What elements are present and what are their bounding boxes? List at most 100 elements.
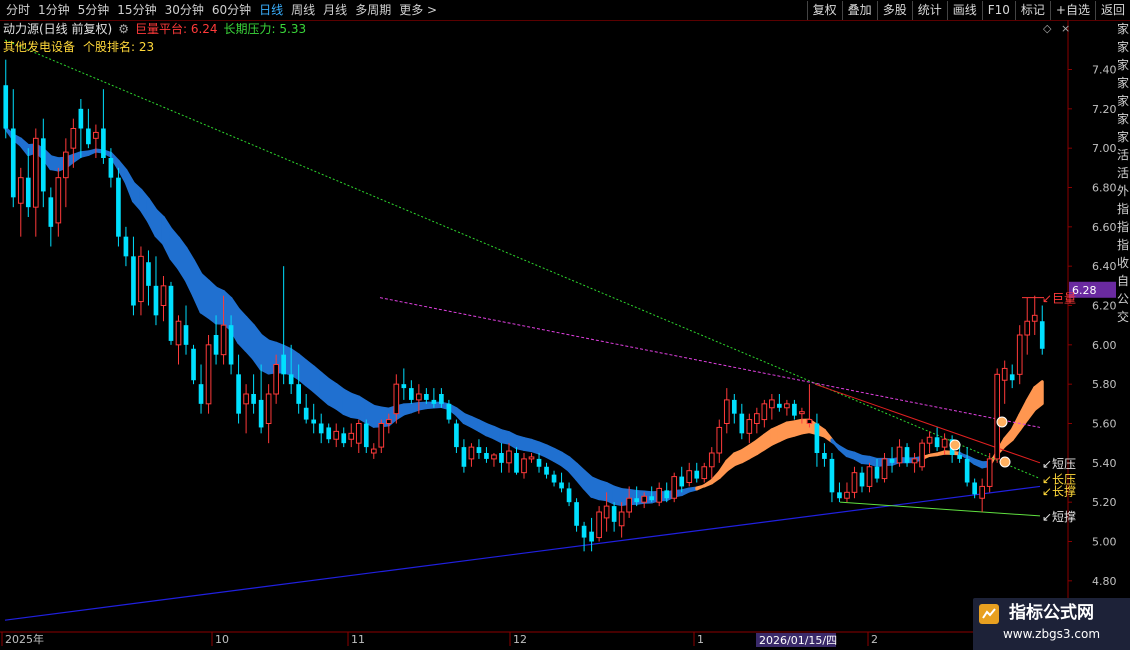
period-tab-10[interactable]: 更多 > xyxy=(395,0,441,20)
candle-body[interactable] xyxy=(243,393,249,405)
candle-body[interactable] xyxy=(822,453,827,459)
candle-body[interactable] xyxy=(792,403,797,416)
candle-body[interactable] xyxy=(146,262,151,286)
candle-body[interactable] xyxy=(138,255,144,303)
candle-body[interactable] xyxy=(288,374,294,385)
candle-body[interactable] xyxy=(48,197,54,227)
candle-body[interactable] xyxy=(1009,374,1015,381)
side-list-char[interactable]: 活 xyxy=(1116,146,1130,164)
candle-body[interactable] xyxy=(934,437,940,448)
candle-body[interactable] xyxy=(784,403,790,409)
candle-body[interactable] xyxy=(881,458,888,480)
toolbar-button-4[interactable]: 画线 xyxy=(946,1,982,20)
candle-body[interactable] xyxy=(236,374,241,414)
stock-title[interactable]: 动力源(日线 前复权) xyxy=(3,21,112,37)
candlestick-chart[interactable]: 7.40 7.20 7.00 6.80 6.60 6.40 6.20 6.00 5.80 5.60… xyxy=(0,20,1116,650)
side-list-char[interactable]: 家 xyxy=(1116,128,1130,146)
candle-body[interactable] xyxy=(874,466,880,479)
candle-body[interactable] xyxy=(806,419,813,425)
candle-body[interactable] xyxy=(363,423,369,448)
candle-body[interactable] xyxy=(731,399,737,414)
candle-body[interactable] xyxy=(528,456,535,460)
candle-body[interactable] xyxy=(32,137,39,208)
candle-body[interactable] xyxy=(626,497,632,513)
candle-body[interactable] xyxy=(10,128,16,198)
period-tab-9[interactable]: 多周期 xyxy=(351,0,395,20)
toolbar-button-6[interactable]: 标记 xyxy=(1014,1,1050,20)
candle-body[interactable] xyxy=(183,325,189,345)
candle-body[interactable] xyxy=(318,423,324,434)
candle-body[interactable] xyxy=(866,466,873,487)
side-list-char[interactable]: 家 xyxy=(1116,74,1130,92)
side-list-char[interactable]: 活 xyxy=(1116,164,1130,182)
candle-body[interactable] xyxy=(205,344,212,405)
candle-body[interactable] xyxy=(536,458,542,467)
side-list-char[interactable]: 外 xyxy=(1116,182,1130,200)
candle-body[interactable] xyxy=(739,413,745,434)
candle-body[interactable] xyxy=(86,128,91,145)
candle-body[interactable] xyxy=(859,472,865,487)
candle-body[interactable] xyxy=(618,511,625,527)
candle-body[interactable] xyxy=(844,491,850,499)
toolbar-button-3[interactable]: 统计 xyxy=(911,1,947,20)
candle-body[interactable] xyxy=(476,447,482,453)
candle-body[interactable] xyxy=(461,447,467,467)
candle-body[interactable] xyxy=(439,394,444,404)
side-list-char[interactable]: 交 xyxy=(1116,308,1130,326)
candle-body[interactable] xyxy=(168,285,174,341)
candle-body[interactable] xyxy=(326,427,332,440)
candle-body[interactable] xyxy=(566,488,572,503)
candle-body[interactable] xyxy=(273,364,279,395)
candle-body[interactable] xyxy=(664,490,670,499)
candle-body[interactable] xyxy=(198,384,204,404)
candle-body[interactable] xyxy=(941,438,948,448)
candle-body[interactable] xyxy=(723,399,730,424)
candle-body[interactable] xyxy=(131,256,136,306)
candle-body[interactable] xyxy=(754,413,760,424)
side-list-char[interactable]: 家 xyxy=(1116,110,1130,128)
candle-body[interactable] xyxy=(116,177,121,237)
toolbar-button-7[interactable]: +自选 xyxy=(1049,1,1095,20)
candle-body[interactable] xyxy=(559,482,564,489)
side-list-char[interactable]: 家 xyxy=(1116,20,1130,38)
candle-body[interactable] xyxy=(1001,367,1008,381)
candle-body[interactable] xyxy=(979,485,985,499)
candle-body[interactable] xyxy=(228,325,234,365)
candle-body[interactable] xyxy=(281,354,286,375)
candle-body[interactable] xyxy=(581,525,587,538)
candle-body[interactable] xyxy=(333,430,340,440)
toolbar-button-5[interactable]: F10 xyxy=(981,1,1015,20)
candle-body[interactable] xyxy=(829,458,835,493)
candle-body[interactable] xyxy=(160,285,167,307)
candle-body[interactable] xyxy=(1039,321,1045,349)
candle-body[interactable] xyxy=(986,458,993,487)
candle-body[interactable] xyxy=(814,423,820,454)
candle-body[interactable] xyxy=(93,131,99,139)
candle-body[interactable] xyxy=(926,436,933,444)
candle-body[interactable] xyxy=(213,335,219,355)
candle-body[interactable] xyxy=(686,470,693,484)
candle-body[interactable] xyxy=(551,474,557,483)
candle-body[interactable] xyxy=(251,394,256,404)
candle-body[interactable] xyxy=(348,432,355,440)
candle-body[interactable] xyxy=(153,285,159,316)
candle-body[interactable] xyxy=(994,373,1001,460)
candle-body[interactable] xyxy=(296,384,302,404)
side-list-char[interactable]: 自 xyxy=(1116,272,1130,290)
candle-body[interactable] xyxy=(78,108,84,129)
candle-body[interactable] xyxy=(40,138,46,192)
candle-body[interactable] xyxy=(679,476,685,487)
candle-body[interactable] xyxy=(355,423,362,444)
candle-body[interactable] xyxy=(70,128,77,149)
candle-body[interactable] xyxy=(303,407,309,420)
toolbar-button-8[interactable]: 返回 xyxy=(1094,1,1130,20)
candle-body[interactable] xyxy=(574,502,579,526)
candle-body[interactable] xyxy=(431,399,437,404)
candle-body[interactable] xyxy=(716,426,723,454)
side-list-char[interactable]: 收 xyxy=(1116,254,1130,272)
candle-body[interactable] xyxy=(656,487,663,503)
candle-body[interactable] xyxy=(311,419,317,424)
candle-body[interactable] xyxy=(25,177,31,208)
period-tab-4[interactable]: 30分钟 xyxy=(161,0,208,20)
candle-body[interactable] xyxy=(634,498,639,503)
